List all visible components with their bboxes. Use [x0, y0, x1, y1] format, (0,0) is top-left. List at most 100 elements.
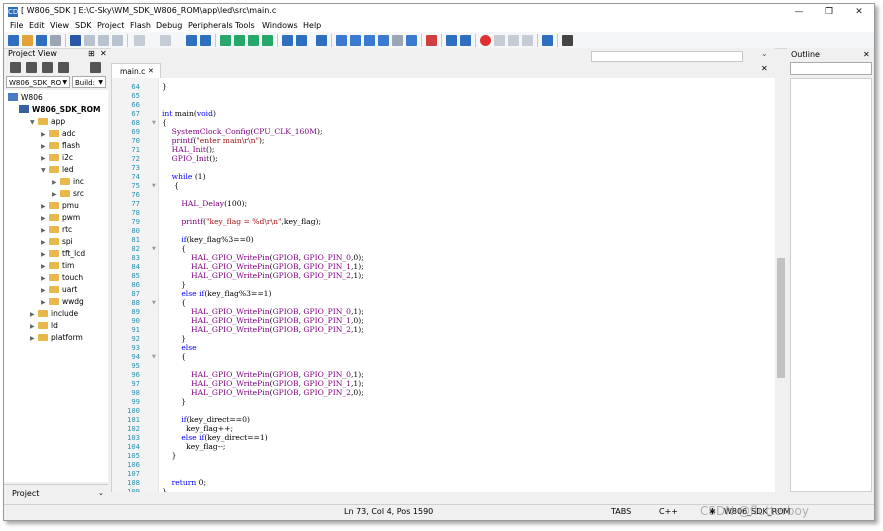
filter-icon[interactable]: [58, 62, 69, 73]
replace-icon[interactable]: [316, 35, 327, 46]
tree-item[interactable]: ▶ inc: [52, 176, 84, 188]
menu-flash[interactable]: Flash: [130, 21, 151, 30]
bookmark-toggle-icon[interactable]: [220, 35, 231, 46]
tree-item[interactable]: ▶ tim: [41, 260, 74, 272]
tree-item[interactable]: ▶ spi: [41, 236, 73, 248]
stop-build-icon[interactable]: [392, 35, 403, 46]
step-icon[interactable]: [508, 35, 519, 46]
collapse-icon[interactable]: [42, 62, 53, 73]
close-icon[interactable]: ✕: [148, 67, 154, 75]
code-line[interactable]: {: [162, 352, 186, 361]
code-line[interactable]: GPIO_Init();: [162, 154, 218, 163]
copy-icon[interactable]: [84, 35, 95, 46]
menu-help[interactable]: Help: [303, 21, 321, 30]
tree-item[interactable]: W806_SDK_ROM: [19, 104, 100, 116]
tab-main-c[interactable]: main.c ✕: [111, 63, 161, 79]
nav-back-icon[interactable]: [186, 35, 197, 46]
start-debug-icon[interactable]: [480, 35, 491, 46]
new-file-icon[interactable]: [8, 35, 19, 46]
undo-icon[interactable]: [134, 35, 145, 46]
zoom-out-icon[interactable]: [460, 35, 471, 46]
expanded-arrow-icon[interactable]: ▼: [41, 165, 49, 177]
home-icon[interactable]: [26, 62, 37, 73]
tree-item[interactable]: ▶ touch: [41, 272, 83, 284]
save-all-icon[interactable]: [50, 35, 61, 46]
breakpoint-icon[interactable]: [494, 35, 505, 46]
delete-icon[interactable]: [112, 35, 123, 46]
code-line[interactable]: HAL_Init();: [162, 145, 215, 154]
fold-marker-icon[interactable]: ▼: [152, 183, 156, 189]
code-line[interactable]: }: [162, 487, 167, 492]
tree-item[interactable]: ▶ uart: [41, 284, 77, 296]
code-line[interactable]: return 0;: [162, 478, 206, 487]
outline-close-icon[interactable]: ✕: [863, 50, 870, 59]
tree-item[interactable]: ▶ rtc: [41, 224, 72, 236]
fold-marker-icon[interactable]: ▼: [152, 300, 156, 306]
project-select[interactable]: W806_SDK_RO ▼: [6, 76, 70, 88]
code-line[interactable]: {: [162, 118, 167, 127]
minimize-button[interactable]: —: [784, 4, 814, 20]
tree-item[interactable]: ▶ pwm: [41, 212, 80, 224]
code-line[interactable]: HAL_GPIO_WritePin(GPIOB, GPIO_PIN_1,1);: [162, 379, 364, 388]
code-line[interactable]: printf("enter main\r\n");: [162, 136, 265, 145]
code-line[interactable]: HAL_GPIO_WritePin(GPIOB, GPIO_PIN_1,0);: [162, 316, 364, 325]
code-line[interactable]: }: [162, 82, 167, 91]
pin-icon[interactable]: ⊞: [88, 48, 95, 60]
zoom-in-icon[interactable]: [446, 35, 457, 46]
step-over-icon[interactable]: [522, 35, 533, 46]
close-window-button[interactable]: ✕: [844, 4, 874, 20]
paste-icon[interactable]: [98, 35, 109, 46]
tree-item[interactable]: ▶ platform: [30, 332, 83, 344]
clean-icon[interactable]: [378, 35, 389, 46]
scrollbar-thumb[interactable]: [777, 258, 785, 378]
tree-item[interactable]: ▶ pmu: [41, 200, 79, 212]
build-select[interactable]: Build: ▼: [72, 76, 106, 88]
tree-item[interactable]: ▶ flash: [41, 140, 80, 152]
locate-icon[interactable]: [10, 62, 21, 73]
menu-peripherals[interactable]: Peripherals: [188, 21, 233, 30]
collapsed-arrow-icon[interactable]: ▶: [30, 333, 38, 345]
build-icon[interactable]: [336, 35, 347, 46]
expanded-arrow-icon[interactable]: ▼: [30, 117, 38, 129]
open-folder-icon[interactable]: [22, 35, 33, 46]
menu-debug[interactable]: Debug: [156, 21, 182, 30]
code-line[interactable]: HAL_GPIO_WritePin(GPIOB, GPIO_PIN_0,1);: [162, 307, 364, 316]
tree-item[interactable]: ▶ src: [52, 188, 84, 200]
code-line[interactable]: key_flag++;: [162, 424, 233, 433]
flash-erase-icon[interactable]: [426, 35, 437, 46]
tab-close-icon[interactable]: ✕: [761, 64, 768, 73]
code-editor[interactable]: 64} 65 66 67 int main(void) 68 ▼ {69 SystemCloc…: [111, 78, 776, 492]
code-line[interactable]: }: [162, 280, 186, 289]
editor-vertical-scrollbar[interactable]: [775, 78, 787, 492]
code-line[interactable]: {: [162, 244, 186, 253]
code-line[interactable]: {: [162, 298, 186, 307]
find-in-files-icon[interactable]: [296, 35, 307, 46]
settings-icon[interactable]: [90, 62, 101, 73]
code-line[interactable]: }: [162, 334, 186, 343]
tree-item[interactable]: ▶ tft_lcd: [41, 248, 85, 260]
find-icon[interactable]: [282, 35, 293, 46]
code-line[interactable]: HAL_Delay(100);: [162, 199, 247, 208]
maximize-button[interactable]: ❐: [814, 4, 844, 20]
code-line[interactable]: int main(void): [162, 109, 216, 118]
fold-marker-icon[interactable]: ▼: [152, 246, 156, 252]
code-line[interactable]: while (1): [162, 172, 206, 181]
code-line[interactable]: if(key_direct==0): [162, 415, 250, 424]
project-tab[interactable]: Project: [12, 489, 39, 498]
bookmark-clear-icon[interactable]: [262, 35, 273, 46]
bookmark-prev-icon[interactable]: [234, 35, 245, 46]
bookmark-next-icon[interactable]: [248, 35, 259, 46]
compile-icon[interactable]: [364, 35, 375, 46]
code-line[interactable]: else if(key_flag%3==1): [162, 289, 271, 298]
code-line[interactable]: [162, 163, 172, 172]
code-line[interactable]: {: [162, 181, 179, 190]
code-line[interactable]: SystemClock_Config(CPU_CLK_160M);: [162, 127, 323, 136]
tree-item[interactable]: ▶ include: [30, 308, 78, 320]
menu-tools[interactable]: Tools: [235, 21, 255, 30]
function-combo[interactable]: [591, 51, 743, 62]
code-line[interactable]: printf("key_flag = %d\r\n",key_flag);: [162, 217, 321, 226]
bug-icon[interactable]: [562, 35, 573, 46]
outline-search-input[interactable]: [790, 62, 872, 75]
cut-icon[interactable]: [70, 35, 81, 46]
chevron-down-icon[interactable]: ⌄: [98, 489, 104, 497]
